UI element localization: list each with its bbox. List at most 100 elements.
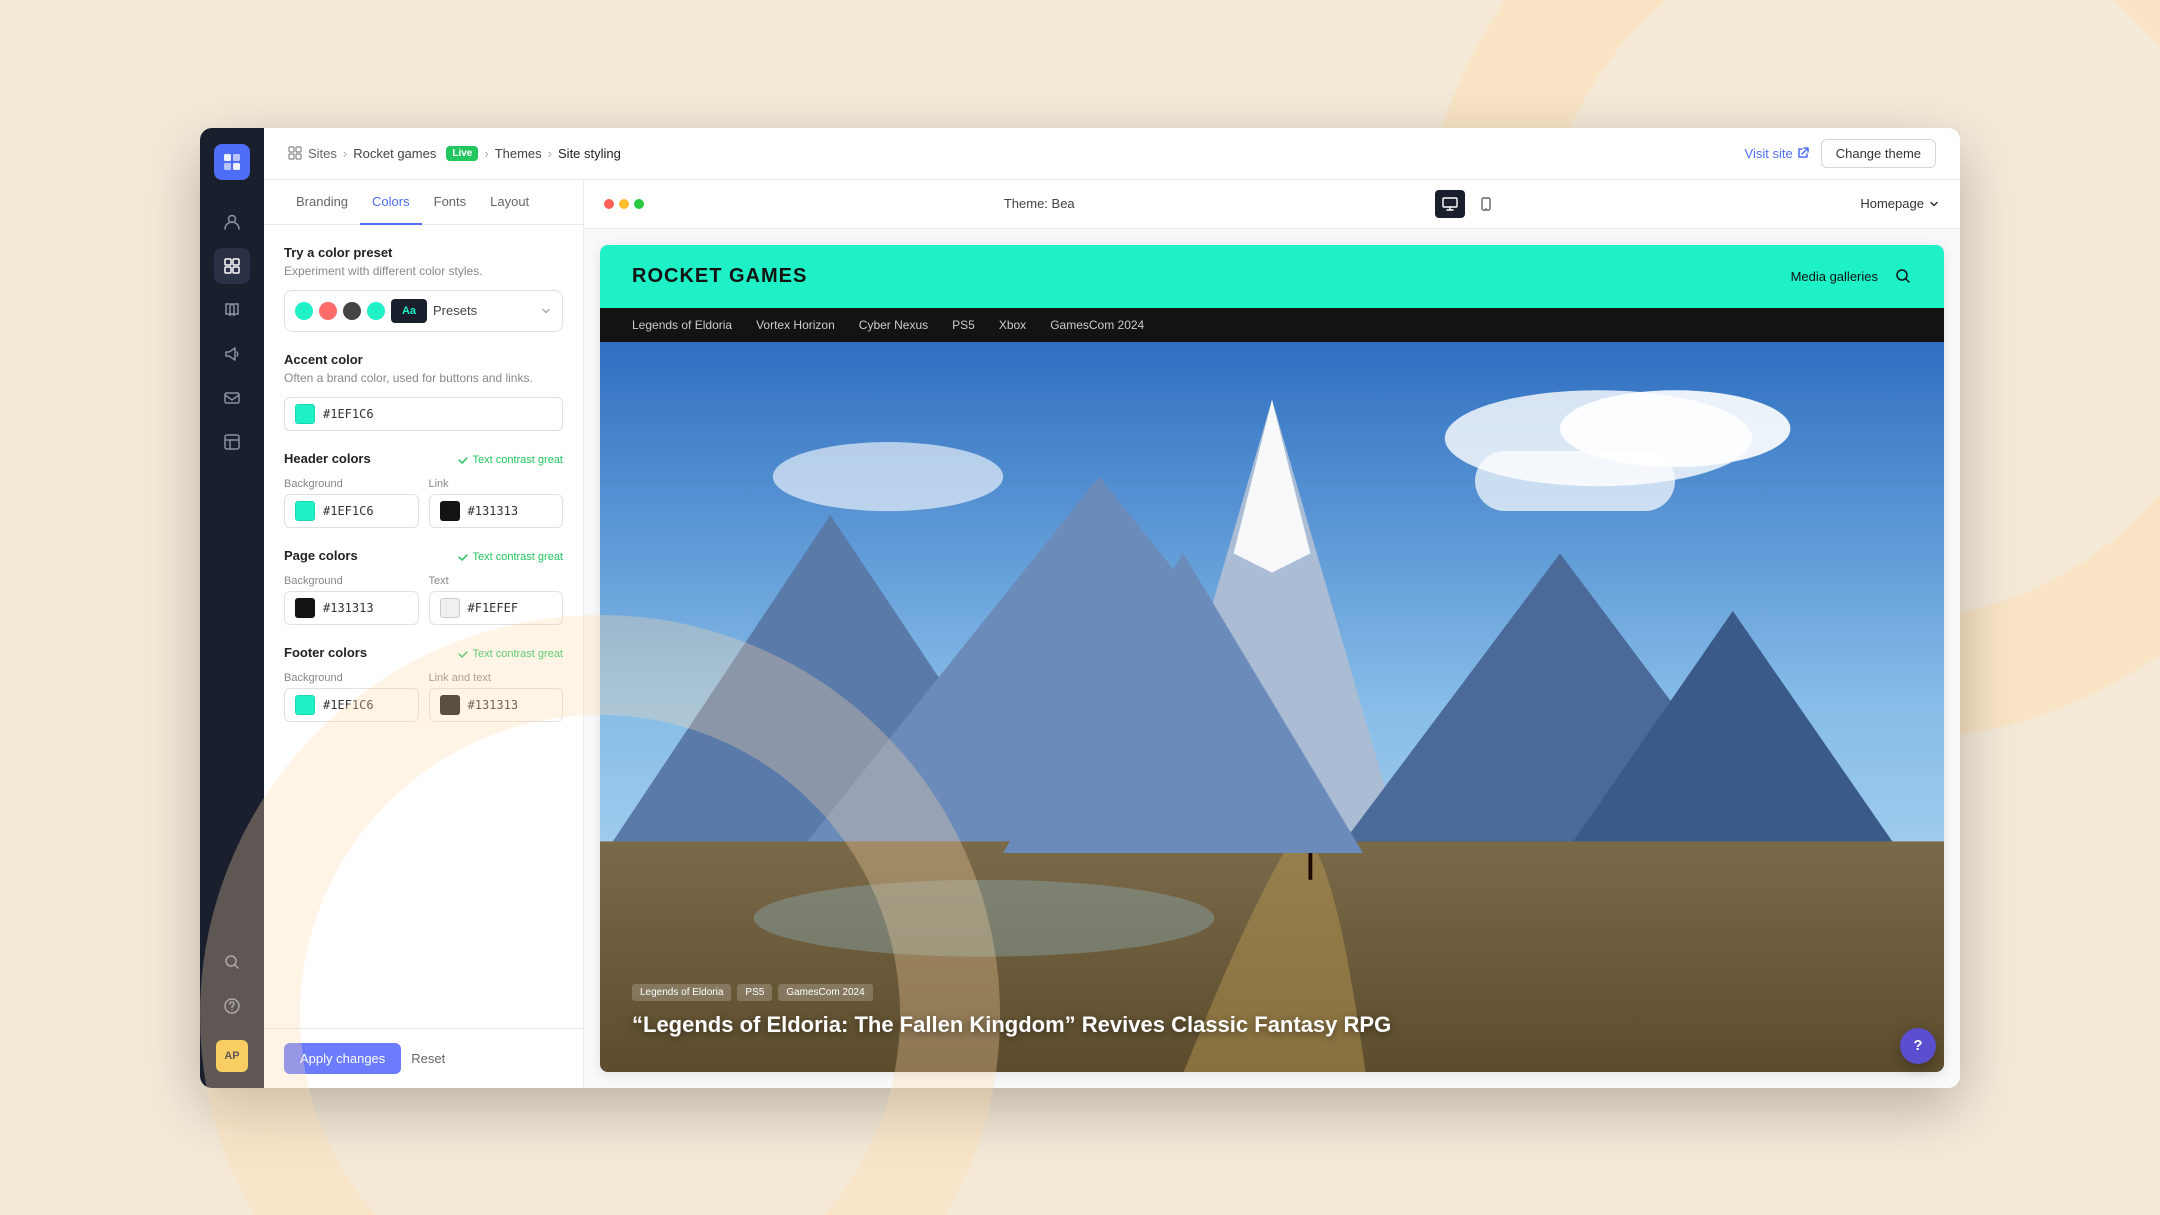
mail-icon[interactable] — [214, 380, 250, 416]
footer-link-value: #131313 — [468, 698, 519, 712]
nav-cyber[interactable]: Cyber Nexus — [859, 318, 928, 332]
nav-gamescom[interactable]: GamesCom 2024 — [1050, 318, 1144, 332]
nav-xbox[interactable]: Xbox — [999, 318, 1026, 332]
grid-icon[interactable] — [214, 248, 250, 284]
media-galleries-link[interactable]: Media galleries — [1791, 269, 1878, 284]
preview-topbar: Theme: Bea — [584, 180, 1960, 229]
header-link-swatch — [440, 501, 460, 521]
header-color-row: Background #1EF1C6 Link #1313 — [284, 478, 563, 528]
accent-title: Accent color — [284, 352, 563, 367]
page-bg-group: Background #131313 — [284, 575, 419, 625]
site-header-actions: Media galleries — [1791, 267, 1912, 285]
theme-name: Theme: Bea — [1004, 196, 1075, 211]
preset-row[interactable]: Aa Presets — [284, 290, 563, 332]
visit-site-button[interactable]: Visit site — [1745, 146, 1809, 161]
header-colors-section: Header colors Text contrast great Backgr… — [284, 451, 563, 528]
apply-changes-button[interactable]: Apply changes — [284, 1043, 401, 1074]
header-bg-label: Background — [284, 478, 419, 490]
preset-title: Try a color preset — [284, 245, 563, 260]
tab-fonts[interactable]: Fonts — [422, 180, 479, 225]
header-link-field[interactable]: #131313 — [429, 494, 564, 528]
nav-tabs: Branding Colors Fonts Layout — [264, 180, 583, 225]
breadcrumb-themes: Themes — [495, 146, 542, 161]
hero-tags: Legends of Eldoria PS5 GamesCom 2024 — [632, 984, 1912, 1001]
chevron-down-icon — [540, 305, 552, 317]
footer-link-field[interactable]: #131313 — [429, 688, 564, 722]
preview-area: Theme: Bea — [584, 180, 1960, 1088]
page-bg-field[interactable]: #131313 — [284, 591, 419, 625]
change-theme-button[interactable]: Change theme — [1821, 139, 1936, 168]
preset-aa: Aa — [391, 299, 427, 323]
tab-colors[interactable]: Colors — [360, 180, 422, 225]
tab-layout[interactable]: Layout — [478, 180, 541, 225]
footer-link-group: Link and text #131313 — [429, 672, 564, 722]
desktop-icon[interactable] — [1435, 190, 1465, 218]
left-panel: Branding Colors Fonts Layout Try a color… — [264, 180, 584, 1088]
header-link-value: #131313 — [468, 504, 519, 518]
search-icon[interactable] — [214, 944, 250, 980]
sidebar: AP — [200, 128, 264, 1088]
help-icon[interactable] — [214, 988, 250, 1024]
hero-content: Legends of Eldoria PS5 GamesCom 2024 “Le… — [632, 984, 1912, 1040]
page-selector[interactable]: Homepage — [1860, 196, 1940, 211]
topbar: Sites › Rocket games Live › Themes › Sit… — [264, 128, 1960, 180]
device-icons — [1435, 190, 1501, 218]
page-text-swatch — [440, 598, 460, 618]
breadcrumb-rocket-games: Rocket games — [353, 146, 436, 161]
megaphone-icon[interactable] — [214, 336, 250, 372]
page-colors-section: Page colors Text contrast great Backgrou… — [284, 548, 563, 625]
preset-section: Try a color preset Experiment with diffe… — [284, 245, 563, 332]
nav-legends[interactable]: Legends of Eldoria — [632, 318, 732, 332]
breadcrumb-current: Site styling — [558, 146, 621, 161]
book-icon[interactable] — [214, 292, 250, 328]
breadcrumb-sites: Sites — [308, 146, 337, 161]
page-text-value: #F1EFEF — [468, 601, 519, 615]
person-icon[interactable] — [214, 204, 250, 240]
content-area: Branding Colors Fonts Layout Try a color… — [264, 180, 1960, 1088]
tab-branding[interactable]: Branding — [284, 180, 360, 225]
site-logo: ROCKET GAMES — [632, 265, 807, 288]
preset-dot-1 — [295, 302, 313, 320]
sidebar-avatar[interactable]: AP — [216, 1040, 248, 1072]
panel-footer: Apply changes Reset — [264, 1028, 583, 1088]
reset-button[interactable]: Reset — [411, 1051, 445, 1066]
widget-icon[interactable] — [214, 424, 250, 460]
page-colors-title: Page colors — [284, 548, 358, 563]
nav-ps5[interactable]: PS5 — [952, 318, 975, 332]
site-search-icon[interactable] — [1894, 267, 1912, 285]
header-bg-swatch — [295, 501, 315, 521]
mobile-icon[interactable] — [1471, 190, 1501, 218]
header-colors-title: Header colors — [284, 451, 371, 466]
sidebar-logo[interactable] — [214, 144, 250, 180]
accent-color-field[interactable]: #1EF1C6 — [284, 397, 563, 431]
page-bg-label: Background — [284, 575, 419, 587]
app-window: AP Sites › Rocket games Live › Themes › … — [200, 128, 1960, 1088]
footer-bg-field[interactable]: #1EF1C6 — [284, 688, 419, 722]
footer-colors-section: Footer colors Text contrast great Backgr… — [284, 645, 563, 722]
window-dot-red — [604, 199, 614, 209]
page-bg-swatch — [295, 598, 315, 618]
mountain-scene — [600, 342, 1944, 1072]
footer-colors-header: Footer colors Text contrast great — [284, 645, 563, 664]
page-text-field[interactable]: #F1EFEF — [429, 591, 564, 625]
page-colors-header: Page colors Text contrast great — [284, 548, 563, 567]
footer-color-row: Background #1EF1C6 Link and text — [284, 672, 563, 722]
live-badge: Live — [446, 146, 478, 161]
hero-image: Legends of Eldoria PS5 GamesCom 2024 “Le… — [600, 342, 1944, 1072]
hero-tag-gamescom: GamesCom 2024 — [778, 984, 872, 1001]
footer-colors-title: Footer colors — [284, 645, 367, 660]
nav-vortex[interactable]: Vortex Horizon — [756, 318, 835, 332]
preset-label: Presets — [433, 303, 534, 318]
site-nav: Legends of Eldoria Vortex Horizon Cyber … — [600, 308, 1944, 342]
site-hero: Legends of Eldoria PS5 GamesCom 2024 “Le… — [600, 342, 1944, 1072]
topbar-actions: Visit site Change theme — [1745, 139, 1936, 168]
footer-bg-swatch — [295, 695, 315, 715]
hero-tag-ps5: PS5 — [737, 984, 772, 1001]
window-dot-green — [634, 199, 644, 209]
window-dots — [604, 199, 644, 209]
header-bg-field[interactable]: #1EF1C6 — [284, 494, 419, 528]
footer-link-label: Link and text — [429, 672, 564, 684]
footer-bg-group: Background #1EF1C6 — [284, 672, 419, 722]
mountain-svg — [600, 342, 1944, 1072]
accent-swatch — [295, 404, 315, 424]
